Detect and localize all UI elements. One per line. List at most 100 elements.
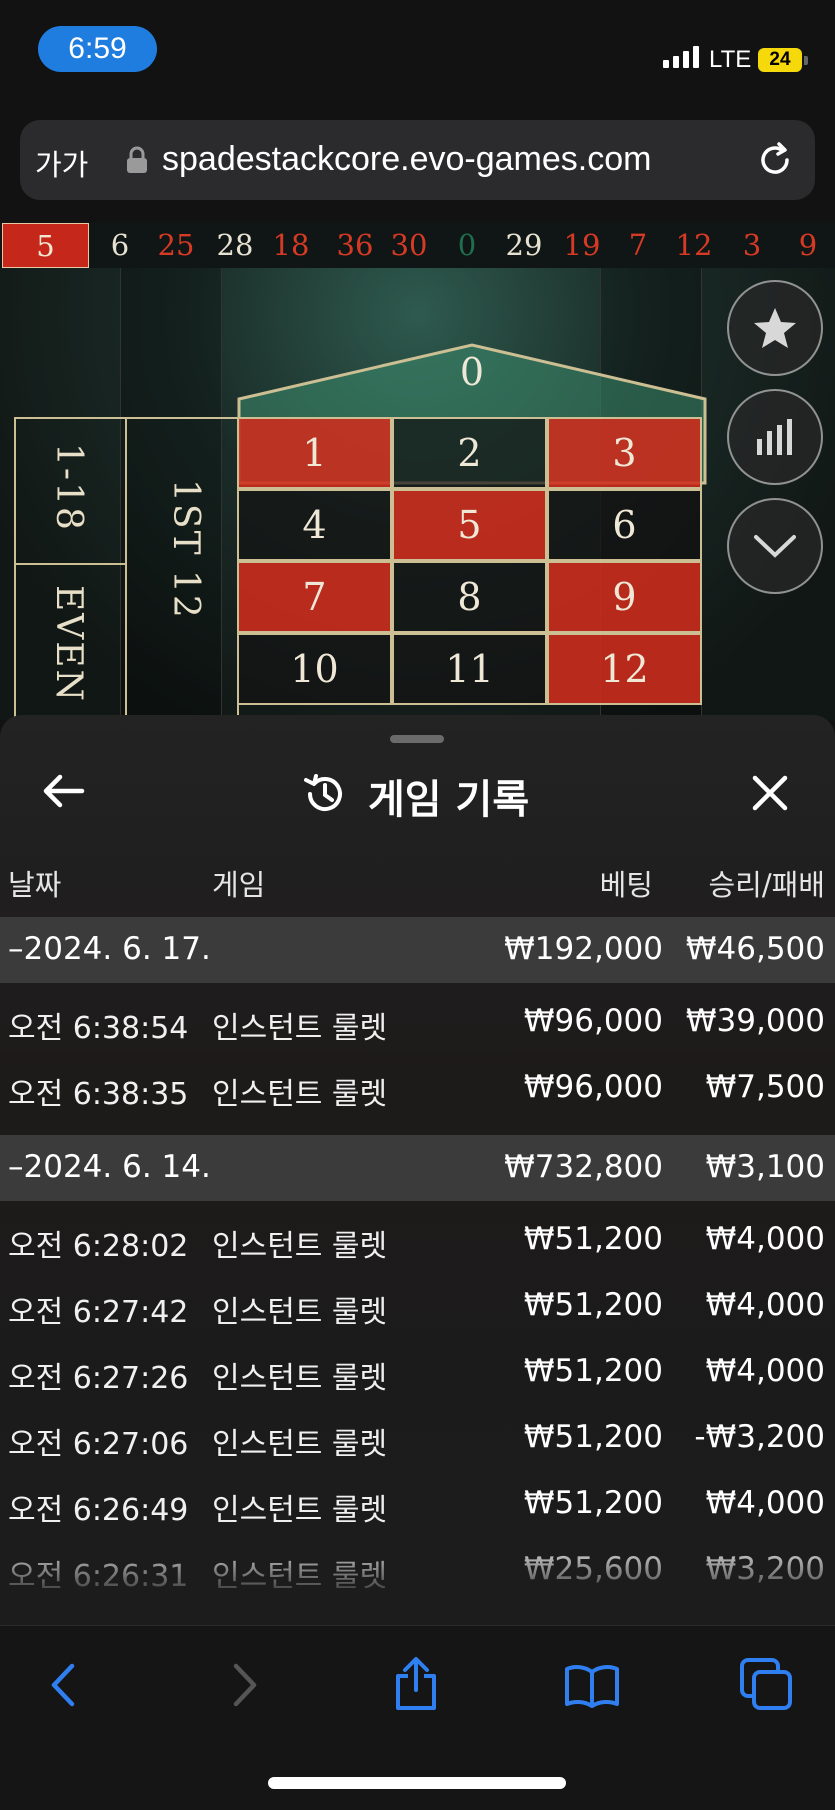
date-group-row[interactable]: –2024. 6. 17. ₩192,000 ₩46,500 bbox=[0, 917, 835, 983]
recent-numbers-strip: 5 6 25 28 18 36 30 0 29 19 7 12 3 9 bbox=[0, 223, 835, 268]
column-bet: 베팅 bbox=[599, 868, 653, 902]
roulette-table: 0 1-18 EVEN 1ST 12 1 2 3 4 5 6 7 8 9 10 11 12 bbox=[0, 268, 835, 720]
battery-cap bbox=[804, 56, 808, 65]
battery-icon: 24 bbox=[758, 48, 802, 72]
roulette-number-2[interactable]: 2 bbox=[392, 417, 547, 489]
address-bar[interactable]: 가가 spadestackcore.evo-games.com bbox=[20, 120, 815, 200]
statistics-button[interactable] bbox=[727, 389, 823, 485]
date-group-row[interactable]: –2024. 6. 14. ₩732,800 ₩3,100 bbox=[0, 1135, 835, 1201]
roulette-number-1[interactable]: 1 bbox=[237, 417, 392, 489]
roulette-number-8[interactable]: 8 bbox=[392, 561, 547, 633]
row-bet: ₩51,200 bbox=[523, 1221, 663, 1257]
star-icon bbox=[754, 308, 796, 348]
tabs-icon[interactable] bbox=[740, 1658, 794, 1714]
back-icon[interactable] bbox=[48, 1662, 78, 1712]
lock-icon bbox=[126, 146, 148, 178]
bar-chart-icon bbox=[757, 419, 792, 455]
sheet-title-group: 게임 기록 bbox=[302, 767, 529, 825]
history-row[interactable]: 오전 6:38:54 인스턴트 룰렛 ₩96,000 ₩39,000 bbox=[0, 989, 835, 1055]
bet-even-label: EVEN bbox=[48, 585, 89, 704]
roulette-number-10[interactable]: 10 bbox=[237, 633, 392, 705]
history-row[interactable]: 오전 6:27:26 인스턴트 룰렛 ₩51,200 ₩4,000 bbox=[0, 1339, 835, 1405]
reload-icon[interactable] bbox=[756, 140, 794, 184]
bet-1-18[interactable]: 1-18 bbox=[14, 417, 127, 565]
group-date: –2024. 6. 14. bbox=[8, 1149, 211, 1185]
row-game: 인스턴트 룰렛 bbox=[212, 1427, 388, 1462]
row-game: 인스턴트 룰렛 bbox=[212, 1011, 388, 1046]
row-bet: ₩96,000 bbox=[523, 1069, 663, 1105]
recent-number: 29 bbox=[505, 228, 543, 262]
recent-number: 12 bbox=[675, 228, 713, 262]
share-icon[interactable] bbox=[393, 1656, 439, 1716]
bookmarks-icon[interactable] bbox=[564, 1664, 620, 1712]
roulette-number-12[interactable]: 12 bbox=[547, 633, 702, 705]
row-result: ₩4,000 bbox=[705, 1353, 825, 1389]
row-result: -₩3,200 bbox=[694, 1419, 825, 1455]
history-row[interactable]: 오전 6:27:42 인스턴트 룰렛 ₩51,200 ₩4,000 bbox=[0, 1273, 835, 1339]
recent-number: 3 bbox=[742, 228, 762, 262]
recent-number: 0 bbox=[457, 228, 477, 262]
row-game: 인스턴트 룰렛 bbox=[212, 1295, 388, 1330]
history-row[interactable]: 오전 6:28:02 인스턴트 룰렛 ₩51,200 ₩4,000 bbox=[0, 1207, 835, 1273]
roulette-number-7[interactable]: 7 bbox=[237, 561, 392, 633]
column-game: 게임 bbox=[212, 868, 266, 902]
forward-icon[interactable] bbox=[230, 1662, 260, 1712]
column-date: 날짜 bbox=[8, 868, 62, 902]
back-arrow-icon[interactable] bbox=[42, 773, 86, 813]
status-bar: 6:59 LTE 24 bbox=[0, 0, 835, 110]
row-game: 인스턴트 룰렛 bbox=[212, 1493, 388, 1528]
roulette-number-11[interactable]: 11 bbox=[392, 633, 547, 705]
row-result: ₩7,500 bbox=[705, 1069, 825, 1105]
collapse-button[interactable] bbox=[727, 498, 823, 594]
bet-even[interactable]: EVEN bbox=[14, 563, 127, 720]
text-size-button[interactable]: 가가 bbox=[35, 142, 88, 184]
row-time: 오전 6:38:35 bbox=[8, 1077, 189, 1112]
url-text[interactable]: spadestackcore.evo-games.com bbox=[162, 140, 651, 179]
row-game: 인스턴트 룰렛 bbox=[212, 1361, 388, 1396]
roulette-number-9[interactable]: 9 bbox=[547, 561, 702, 633]
sheet-header: 게임 기록 bbox=[0, 755, 835, 835]
sheet-title: 게임 기록 bbox=[368, 777, 530, 823]
game-history-sheet: 게임 기록 날짜 게임 베팅 승리/패배 –2024. 6. 17. ₩192,0… bbox=[0, 715, 835, 1625]
row-bet: ₩51,200 bbox=[523, 1419, 663, 1455]
group-date: –2024. 6. 17. bbox=[8, 931, 211, 967]
history-row[interactable]: 오전 6:26:49 인스턴트 룰렛 ₩51,200 ₩4,000 bbox=[0, 1471, 835, 1537]
favorite-button[interactable] bbox=[727, 280, 823, 376]
row-bet: ₩96,000 bbox=[523, 1003, 663, 1039]
group-bet-total: ₩732,800 bbox=[504, 1149, 663, 1185]
row-result: ₩4,000 bbox=[705, 1221, 825, 1257]
roulette-number-3[interactable]: 3 bbox=[547, 417, 702, 489]
recent-number: 36 bbox=[336, 228, 374, 262]
recent-number: 28 bbox=[216, 228, 254, 262]
roulette-number-4[interactable]: 4 bbox=[237, 489, 392, 561]
roulette-number-6[interactable]: 6 bbox=[547, 489, 702, 561]
recent-number: 6 bbox=[110, 228, 130, 262]
roulette-number-5[interactable]: 5 bbox=[392, 489, 547, 561]
bet-first-dozen-label: 1ST 12 bbox=[165, 479, 206, 620]
recent-number: 19 bbox=[563, 228, 601, 262]
home-indicator[interactable] bbox=[268, 1777, 566, 1789]
bet-first-dozen[interactable]: 1ST 12 bbox=[125, 417, 239, 720]
row-time: 오전 6:38:54 bbox=[8, 1011, 189, 1046]
row-bet: ₩51,200 bbox=[523, 1353, 663, 1389]
history-row[interactable]: 오전 6:38:35 인스턴트 룰렛 ₩96,000 ₩7,500 bbox=[0, 1055, 835, 1121]
group-result-total: ₩3,100 bbox=[705, 1149, 825, 1185]
sheet-grabber[interactable] bbox=[390, 735, 444, 743]
row-result: ₩39,000 bbox=[685, 1003, 825, 1039]
row-game: 인스턴트 룰렛 bbox=[212, 1077, 388, 1112]
row-bet: ₩51,200 bbox=[523, 1485, 663, 1521]
row-time: 오전 6:26:49 bbox=[8, 1493, 189, 1528]
chevron-down-icon bbox=[754, 535, 796, 558]
history-row[interactable]: 오전 6:27:06 인스턴트 룰렛 ₩51,200 -₩3,200 bbox=[0, 1405, 835, 1471]
group-result-total: ₩46,500 bbox=[685, 931, 825, 967]
recent-number: 7 bbox=[628, 228, 648, 262]
group-bet-total: ₩192,000 bbox=[504, 931, 663, 967]
column-result: 승리/패배 bbox=[708, 868, 826, 902]
recent-number: 30 bbox=[390, 228, 428, 262]
recent-number: 5 bbox=[2, 223, 89, 268]
close-icon[interactable] bbox=[752, 775, 788, 815]
row-time: 오전 6:27:06 bbox=[8, 1427, 189, 1462]
row-time: 오전 6:28:02 bbox=[8, 1229, 189, 1264]
history-icon bbox=[302, 772, 346, 820]
recent-number: 18 bbox=[272, 228, 310, 262]
